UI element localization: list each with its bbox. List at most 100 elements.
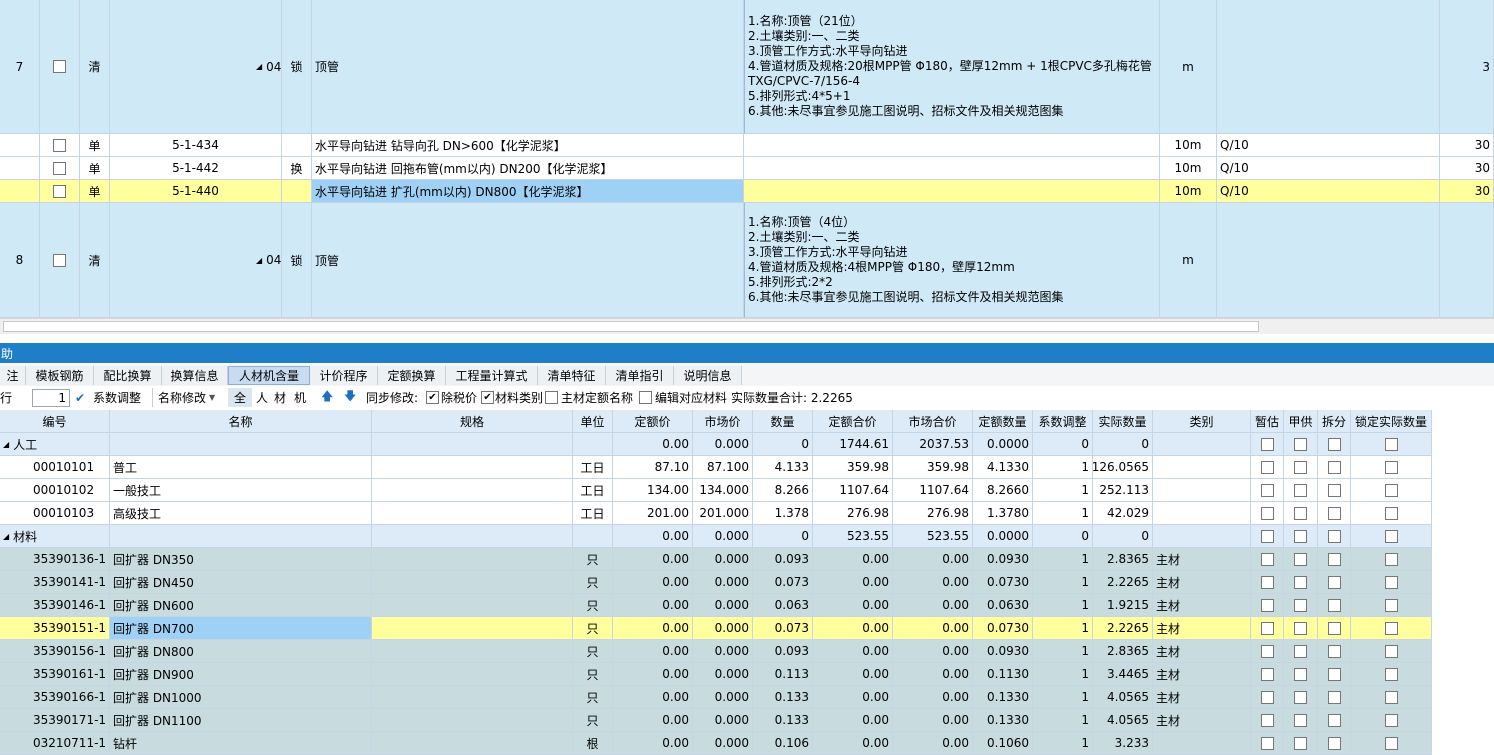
filter-material[interactable]: 材 — [270, 388, 290, 407]
flag-cell[interactable] — [1284, 663, 1318, 686]
checkbox-icon[interactable] — [1327, 529, 1341, 543]
resource-spec[interactable] — [372, 548, 573, 571]
resource-category[interactable] — [1153, 502, 1251, 525]
checkbox-icon[interactable] — [1327, 506, 1341, 520]
resource-category[interactable]: 主材 — [1153, 663, 1251, 686]
checkbox-icon[interactable] — [1384, 644, 1398, 658]
flag-cell[interactable] — [1351, 479, 1432, 502]
flag-cell[interactable] — [1351, 548, 1432, 571]
checkbox-icon[interactable] — [1384, 460, 1398, 474]
collapse-icon[interactable]: ◢ — [256, 256, 262, 265]
checkbox-icon[interactable] — [1327, 644, 1341, 658]
resource-row[interactable]: 35390146-1 回扩器 DN600 只 0.00 0.000 0.063 0.00 0.… — [0, 594, 1432, 617]
resource-name[interactable]: 回扩器 DN900 — [110, 663, 372, 686]
tab-9[interactable]: 清单指引 — [606, 366, 674, 385]
flag-cell[interactable] — [1251, 732, 1284, 755]
flag-cell[interactable] — [1284, 617, 1318, 640]
tab-6[interactable]: 定额换算 — [378, 366, 446, 385]
resource-row[interactable]: 00010102 一般技工 工日 134.00 134.000 8.266 1107.64 1… — [0, 479, 1432, 502]
flag-cell[interactable] — [1351, 456, 1432, 479]
column-header[interactable]: 系数调整 — [1033, 410, 1093, 433]
tax-checkbox[interactable]: ✔ — [426, 388, 439, 407]
item-quantity-expr[interactable] — [1217, 203, 1440, 318]
flag-cell[interactable] — [1318, 525, 1351, 548]
coef-adjust-button[interactable]: 系数调整 — [93, 388, 141, 407]
checkbox-icon[interactable] — [1294, 713, 1307, 727]
column-header[interactable]: 编号 — [0, 410, 110, 433]
resource-row[interactable]: 35390141-1 回扩器 DN450 只 0.00 0.000 0.073 0.00 0.… — [0, 571, 1432, 594]
resource-category[interactable] — [1153, 456, 1251, 479]
flag-cell[interactable] — [1318, 617, 1351, 640]
column-header[interactable]: 名称 — [110, 410, 372, 433]
checkbox-icon[interactable] — [1260, 736, 1274, 750]
resource-name[interactable]: 回扩器 DN1000 — [110, 686, 372, 709]
tab-3[interactable]: 换算信息 — [162, 366, 228, 385]
flag-cell[interactable] — [1318, 548, 1351, 571]
checkbox-icon[interactable] — [53, 253, 66, 267]
resource-spec[interactable] — [372, 686, 573, 709]
flag-cell[interactable] — [1251, 617, 1284, 640]
collapse-icon[interactable]: ◢ — [3, 532, 9, 541]
group-row[interactable]: ◢ 人工 0.00 0.000 0 1744.61 2037.53 0.0000 0 0 — [0, 433, 1432, 456]
checkbox-icon[interactable] — [1327, 552, 1341, 566]
checkbox-icon[interactable] — [1384, 667, 1398, 681]
resource-value[interactable]: 0.000 — [693, 640, 753, 663]
resource-name[interactable]: 钻杆 — [110, 732, 372, 755]
resource-value[interactable]: 201.000 — [693, 502, 753, 525]
column-header[interactable]: 拆分 — [1318, 410, 1351, 433]
checkbox-icon[interactable] — [1260, 713, 1274, 727]
item-quantity-expr[interactable] — [1217, 0, 1440, 134]
checkbox-icon[interactable] — [1384, 598, 1398, 612]
flag-cell[interactable] — [1351, 686, 1432, 709]
resource-value[interactable]: 1 — [1033, 640, 1093, 663]
flag-cell[interactable] — [1251, 571, 1284, 594]
tab-5[interactable]: 计价程序 — [310, 366, 378, 385]
resource-value[interactable]: 1 — [1033, 502, 1093, 525]
resource-name[interactable]: 回扩器 DN1100 — [110, 709, 372, 732]
resource-name[interactable]: 回扩器 DN450 — [110, 571, 372, 594]
resource-value[interactable]: 0.000 — [693, 617, 753, 640]
tab-2[interactable]: 配比换算 — [94, 366, 162, 385]
resource-category[interactable]: 主材 — [1153, 548, 1251, 571]
resource-spec[interactable] — [372, 663, 573, 686]
row-checkbox[interactable] — [40, 134, 80, 157]
resource-name[interactable]: 回扩器 DN800 — [110, 640, 372, 663]
flag-cell[interactable] — [1251, 502, 1284, 525]
resource-spec[interactable] — [372, 571, 573, 594]
flag-cell[interactable] — [1284, 479, 1318, 502]
resource-category[interactable]: 主材 — [1153, 571, 1251, 594]
checkbox-icon[interactable] — [53, 60, 66, 73]
checkbox-icon[interactable] — [1327, 667, 1341, 681]
checkbox-icon[interactable] — [1384, 529, 1398, 543]
resource-spec[interactable] — [372, 594, 573, 617]
flag-cell[interactable] — [1251, 640, 1284, 663]
bill-row[interactable]: 8清 ◢ 040501012002锁顶管1.名称:顶管（4位） 2.土壤类别:一、二… — [0, 203, 1494, 318]
checkbox-icon[interactable] — [1260, 506, 1274, 520]
flag-cell[interactable] — [1284, 709, 1318, 732]
item-name[interactable]: 水平导向钻进 钻导向孔 DN>600【化学泥浆】 — [312, 134, 744, 157]
checkbox-icon[interactable] — [1327, 460, 1341, 474]
column-header[interactable]: 定额价 — [613, 410, 693, 433]
item-name[interactable]: 水平导向钻进 扩孔(mm以内) DN800【化学泥浆】 — [312, 180, 744, 203]
tab-1[interactable]: 模板钢筋 — [26, 366, 94, 385]
column-header[interactable]: 数量 — [753, 410, 813, 433]
column-header[interactable]: 类别 — [1153, 410, 1251, 433]
flag-cell[interactable] — [1318, 502, 1351, 525]
column-header[interactable]: 甲供 — [1284, 410, 1318, 433]
flag-cell[interactable] — [1318, 479, 1351, 502]
flag-cell[interactable] — [1318, 732, 1351, 755]
resource-category[interactable]: 主材 — [1153, 686, 1251, 709]
resource-name[interactable]: 回扩器 DN350 — [110, 548, 372, 571]
checkbox-icon[interactable] — [1294, 529, 1307, 543]
checkbox-icon[interactable] — [1260, 644, 1274, 658]
checkbox-icon[interactable] — [1260, 575, 1274, 589]
item-quantity-expr[interactable]: Q/10 — [1217, 180, 1440, 203]
checkbox-icon[interactable] — [1260, 690, 1274, 704]
item-quantity-expr[interactable]: Q/10 — [1217, 157, 1440, 180]
resource-spec[interactable] — [372, 617, 573, 640]
checkbox-icon[interactable] — [1327, 598, 1341, 612]
resource-value[interactable]: 1 — [1033, 594, 1093, 617]
resource-value[interactable]: 1 — [1033, 663, 1093, 686]
flag-cell[interactable] — [1318, 571, 1351, 594]
resource-spec[interactable] — [372, 502, 573, 525]
